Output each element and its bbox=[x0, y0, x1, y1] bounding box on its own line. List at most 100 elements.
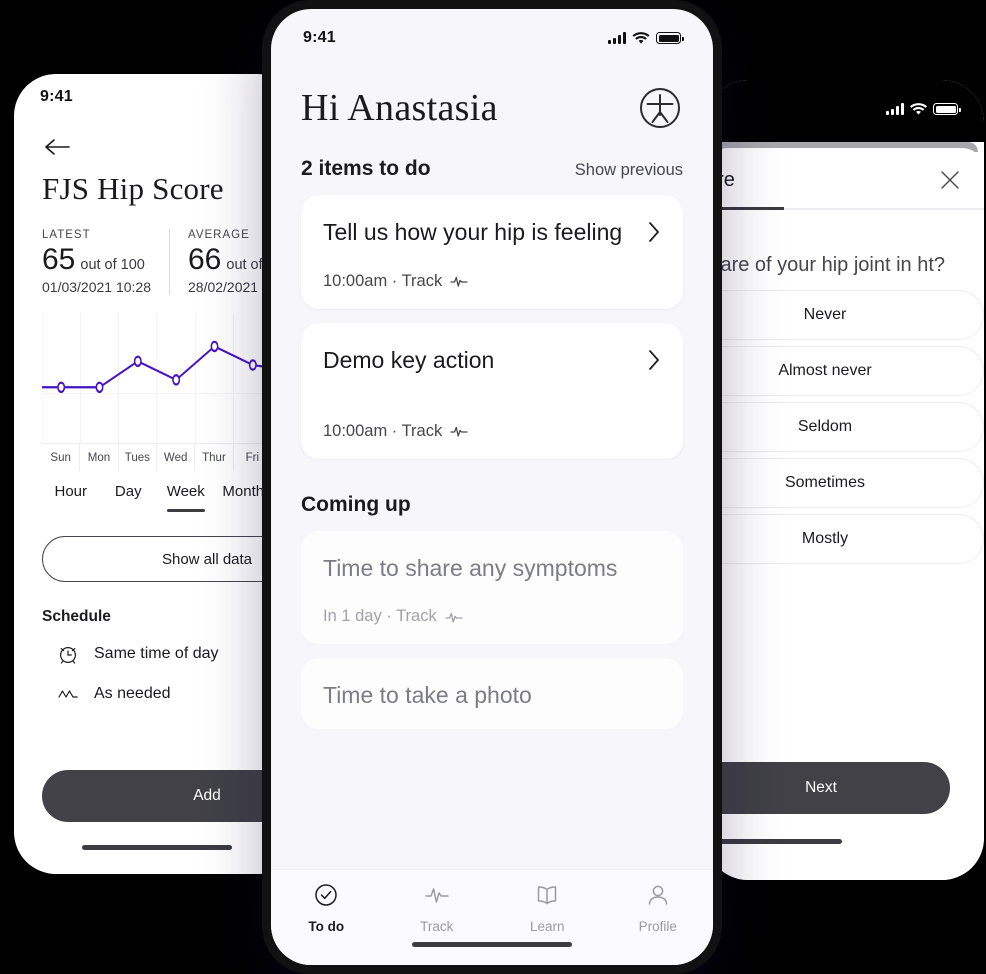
coming-up-card[interactable]: Time to take a photo bbox=[301, 658, 683, 730]
pulse-icon[interactable] bbox=[422, 882, 452, 913]
schedule-item-as-needed: As needed bbox=[42, 682, 272, 706]
stat-number: 65 bbox=[42, 243, 76, 276]
card-title: Demo key action bbox=[323, 346, 495, 373]
schedule-item-same-time: Same time of day bbox=[42, 642, 272, 666]
battery-icon bbox=[656, 32, 684, 44]
home-indicator bbox=[82, 845, 232, 850]
right-phone-screen: ore ware of your hip joint in ht? NeverA… bbox=[706, 80, 984, 880]
option-seldom[interactable]: Seldom bbox=[706, 402, 984, 453]
question-text: ware of your hip joint in ht? bbox=[706, 254, 946, 276]
schedule-heading: Schedule bbox=[42, 608, 111, 625]
chevron-right-icon[interactable] bbox=[647, 221, 661, 243]
card-title: Time to share any symptoms bbox=[323, 554, 618, 581]
signal-bars-icon bbox=[886, 103, 904, 115]
card-header: Time to take a photo bbox=[323, 680, 661, 711]
show-previous-link[interactable]: Show previous bbox=[575, 161, 683, 180]
book-icon[interactable] bbox=[532, 882, 562, 913]
tab-track[interactable]: Track bbox=[382, 882, 493, 934]
pulse-icon bbox=[450, 277, 468, 287]
battery-icon bbox=[933, 103, 961, 115]
status-time: 9:41 bbox=[40, 88, 73, 105]
close-x-icon[interactable] bbox=[938, 168, 962, 192]
card-meta: In 1 day · Track bbox=[323, 607, 661, 626]
stat-value: 65 out of 100 bbox=[42, 243, 151, 277]
person-icon[interactable] bbox=[643, 882, 673, 913]
pulse-icon bbox=[58, 690, 78, 698]
wifi-icon bbox=[632, 31, 650, 44]
greeting-title: Hi Anastasia bbox=[301, 87, 498, 129]
stat-unit: out of 100 bbox=[80, 257, 145, 273]
pulse-icon[interactable] bbox=[422, 882, 452, 908]
card-meta: 10:00am · Track bbox=[323, 422, 661, 441]
todo-card[interactable]: Demo key action 10:00am · Track bbox=[301, 322, 683, 459]
status-icons bbox=[608, 31, 684, 45]
stats-row: LATEST 65 out of 100 01/03/2021 10:28 AV… bbox=[42, 229, 297, 295]
sheet-header: ore bbox=[706, 148, 984, 192]
card-meta-text: In 1 day · Track bbox=[323, 607, 437, 626]
center-phone-device: 9:41 Hi Anastasia 2 items to do Show pre… bbox=[262, 0, 722, 974]
card-header: Demo key action bbox=[323, 345, 661, 376]
back-arrow-icon[interactable] bbox=[42, 134, 72, 160]
tab-label: Profile bbox=[638, 919, 677, 934]
home-indicator bbox=[706, 839, 842, 844]
right-status-icons-wrap bbox=[706, 80, 984, 126]
tab-to-do[interactable]: To do bbox=[271, 882, 382, 934]
check-circle-icon[interactable] bbox=[311, 882, 341, 908]
stat-latest: LATEST 65 out of 100 01/03/2021 10:28 bbox=[42, 229, 169, 295]
option-almost-never[interactable]: Almost never bbox=[706, 346, 984, 397]
next-button[interactable]: Next bbox=[706, 762, 950, 814]
segment-hour[interactable]: Hour bbox=[42, 477, 100, 512]
card-header: Time to share any symptoms bbox=[323, 553, 661, 584]
book-icon[interactable] bbox=[532, 882, 562, 908]
tab-learn[interactable]: Learn bbox=[492, 882, 603, 934]
left-phone-screen: 9:41 FJS Hip Score LATEST 65 out of 100 … bbox=[14, 74, 300, 874]
check-circle-icon[interactable] bbox=[311, 882, 341, 913]
coming-up-card-list: Time to share any symptoms In 1 day · Tr… bbox=[301, 530, 683, 730]
person-in-circle-icon[interactable] bbox=[637, 85, 683, 131]
left-phone-body: FJS Hip Score LATEST 65 out of 100 01/03… bbox=[14, 120, 300, 706]
alarm-clock-icon bbox=[59, 646, 77, 664]
option-mostly[interactable]: Mostly bbox=[706, 514, 984, 565]
time-range-segmented-control[interactable]: Hour Day Week Month bbox=[42, 477, 272, 512]
tab-label: Track bbox=[420, 919, 454, 934]
chevron-right-icon[interactable] bbox=[647, 349, 661, 371]
sheet-progress-bar bbox=[706, 207, 984, 210]
card-meta-text: 10:00am · Track bbox=[323, 421, 443, 440]
question-sheet: ore ware of your hip joint in ht? NeverA… bbox=[706, 148, 984, 880]
todo-card-list: Tell us how your hip is feeling 10:00am … bbox=[301, 195, 683, 459]
coming-up-heading: Coming up bbox=[301, 492, 411, 516]
pulse-icon bbox=[450, 426, 468, 437]
chart-x-axis: Sun Mon Tues Wed Thur Fri bbox=[42, 443, 272, 471]
right-status-bar bbox=[706, 80, 984, 142]
items-count-label: 2 items to do bbox=[301, 157, 431, 180]
status-icons bbox=[886, 102, 961, 116]
segment-day[interactable]: Day bbox=[100, 477, 158, 512]
coming-up-card[interactable]: Time to share any symptoms In 1 day · Tr… bbox=[301, 530, 683, 645]
card-title: Time to take a photo bbox=[323, 682, 532, 709]
signal-bars-icon bbox=[608, 32, 626, 44]
card-title: Tell us how your hip is feeling bbox=[323, 219, 623, 245]
option-never[interactable]: Never bbox=[706, 290, 984, 341]
person-icon[interactable] bbox=[643, 882, 673, 908]
center-phone-screen: 9:41 Hi Anastasia 2 items to do Show pre… bbox=[271, 9, 713, 965]
tab-profile[interactable]: Profile bbox=[603, 882, 714, 934]
chart-x-tick: Sun bbox=[42, 444, 81, 471]
stat-number: 66 bbox=[188, 243, 222, 276]
chart-x-tick: Mon bbox=[80, 444, 119, 471]
wifi-icon bbox=[910, 102, 927, 115]
answer-options-list[interactable]: Never Almost never Seldom Sometimes Mostly bbox=[706, 290, 984, 565]
option-sometimes[interactable]: Sometimes bbox=[706, 458, 984, 509]
schedule-item-label: Same time of day bbox=[94, 645, 219, 662]
pulse-icon bbox=[445, 612, 463, 623]
card-meta-text: 10:00am · Track bbox=[323, 271, 443, 290]
segment-week[interactable]: Week bbox=[157, 477, 215, 512]
bottom-tab-bar[interactable]: To do Track Learn Profile bbox=[271, 869, 713, 965]
home-indicator bbox=[412, 942, 572, 947]
chart-x-tick: Tues bbox=[119, 444, 157, 471]
chart-plot-area bbox=[42, 313, 272, 443]
page-title: FJS Hip Score bbox=[42, 171, 224, 206]
tab-label: Learn bbox=[529, 919, 565, 934]
fjs-score-chart: Sun Mon Tues Wed Thur Fri bbox=[42, 313, 272, 471]
todo-card[interactable]: Tell us how your hip is feeling 10:00am … bbox=[301, 195, 683, 309]
todo-screen-content: Hi Anastasia 2 items to do Show previous… bbox=[271, 67, 713, 869]
